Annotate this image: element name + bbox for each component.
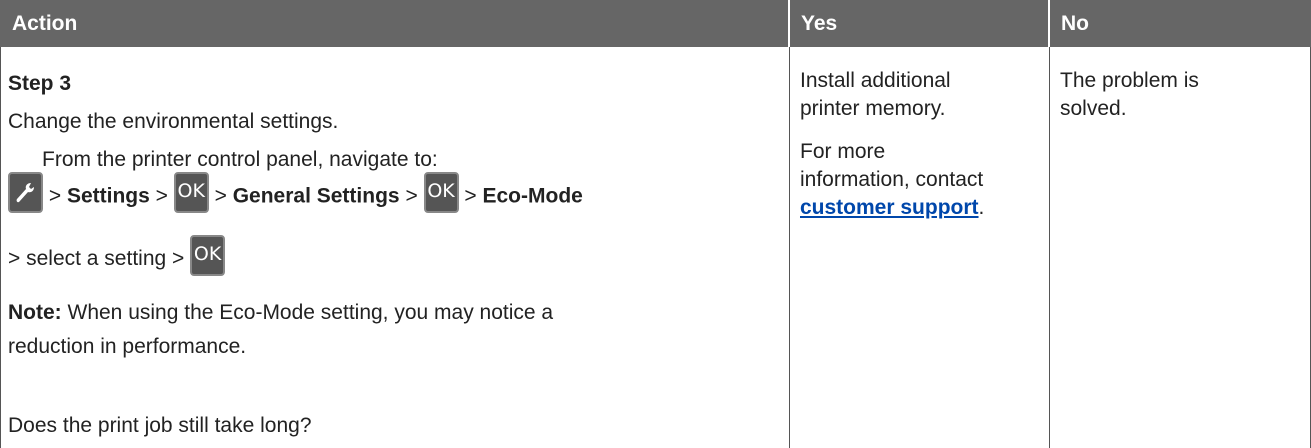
nav-eco-mode: Eco-Mode [482, 184, 583, 208]
action-table: Action Yes No Step 3 Change the environm… [0, 0, 1311, 448]
note: Note: When using the Eco-Mode setting, y… [8, 300, 553, 326]
ok-button-icon: OK [190, 235, 226, 276]
no-line-1: The problem is [1060, 69, 1199, 92]
nav-path: > Settings > OK > General Settings > OK … [8, 172, 583, 224]
step-title: Step 3 [8, 72, 72, 95]
column-divider [1049, 47, 1050, 448]
yes-line-2: printer memory. [800, 97, 946, 120]
header-yes: Yes [801, 12, 838, 35]
yes-line-3: For more [800, 140, 886, 163]
note-label: Note: [8, 301, 62, 324]
select-setting-text: > select a setting > [8, 247, 185, 271]
yes-line-5: customer support. [800, 195, 984, 221]
no-line-2: solved. [1060, 97, 1127, 120]
header-action: Action [12, 12, 78, 35]
nav-sep: > [464, 184, 477, 208]
nav-intro: From the printer control panel, navigate… [42, 148, 438, 171]
yes-line-1: Install additional [800, 69, 951, 92]
table-header-row: Action Yes No [0, 0, 1311, 47]
nav-sep: > [155, 184, 168, 208]
note-text-2: reduction in performance. [8, 335, 247, 358]
nav-sep: > [214, 184, 227, 208]
select-setting-line: > select a setting > OK [8, 235, 226, 276]
note-text-1: When using the Eco-Mode setting, you may… [61, 301, 554, 324]
question: Does the print job still take long? [8, 414, 312, 437]
customer-support-link[interactable]: customer support [800, 196, 979, 219]
nav-general-settings: General Settings [232, 184, 400, 208]
nav-sep: > [405, 184, 418, 208]
yes-line-4: information, contact [800, 168, 984, 191]
ok-button-icon: OK [173, 172, 209, 213]
column-divider [789, 47, 790, 448]
link-suffix: . [978, 196, 985, 219]
step-intro: Change the environmental settings. [8, 110, 339, 133]
ok-button-icon: OK [423, 172, 459, 213]
wrench-icon [8, 172, 43, 213]
nav-sep: > [48, 184, 62, 208]
nav-settings: Settings [66, 184, 150, 208]
header-no: No [1061, 12, 1089, 35]
